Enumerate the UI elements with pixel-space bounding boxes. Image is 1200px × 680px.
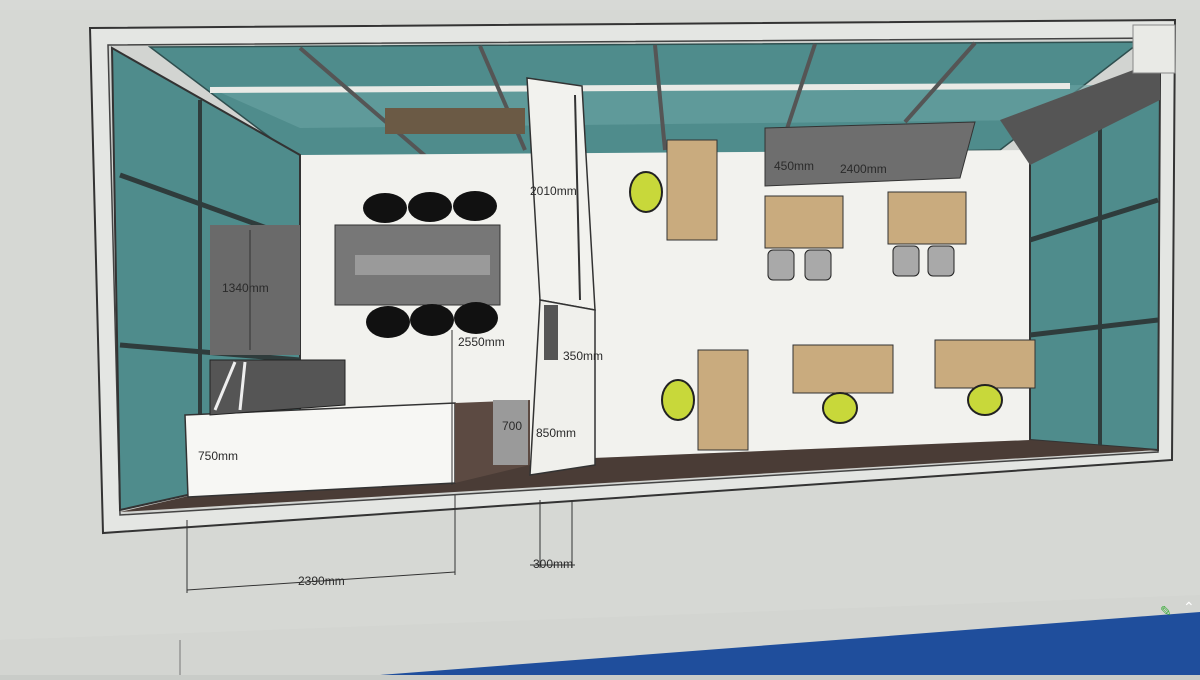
partition-wall-lower — [529, 299, 596, 476]
partition-opening — [544, 305, 558, 360]
sketchup-viewport[interactable]: 2400mm 450mm 2010mm 1340mm 2550mm 350mm … — [0, 0, 1200, 675]
dimension-label: 2400mm — [840, 162, 887, 176]
dimension-label: 1340mm — [222, 281, 269, 295]
meeting-chairs-front-row — [366, 302, 498, 338]
corner-column — [1132, 24, 1176, 74]
meeting-chairs-back-row — [363, 191, 497, 223]
sketchup-toolbar[interactable] — [0, 0, 1200, 10]
dimension-label: 350mm — [563, 349, 603, 363]
work-desk — [934, 339, 1036, 389]
work-desk — [666, 139, 718, 241]
dimension-label: 700 — [502, 419, 522, 433]
back-shelving — [209, 359, 346, 416]
dimension-label: 300mm — [533, 557, 573, 571]
dimension-label: 450mm — [774, 159, 814, 173]
office-floorplan-3d-model: 2400mm 450mm 2010mm 1340mm 2550mm 350mm … — [0, 0, 1200, 675]
work-desk — [792, 344, 894, 394]
work-desk — [764, 195, 844, 249]
wall-storage-shelf — [764, 121, 976, 187]
chevron-up-icon[interactable]: ⌃ — [1183, 600, 1195, 614]
ceiling-light-fixture — [385, 108, 525, 134]
dimension-label: 2390mm — [298, 574, 345, 588]
work-desk — [887, 191, 967, 245]
ceiling-beam-horizontal — [209, 83, 1071, 93]
dimension-label: 750mm — [198, 449, 238, 463]
meeting-table-top — [355, 255, 490, 275]
dimension-label: 2010mm — [530, 184, 577, 198]
dimension-label: 2550mm — [458, 335, 505, 349]
pen-icon[interactable]: ✎ — [1160, 604, 1172, 618]
dimension-label: 850mm — [536, 426, 576, 440]
work-desk — [697, 349, 749, 451]
